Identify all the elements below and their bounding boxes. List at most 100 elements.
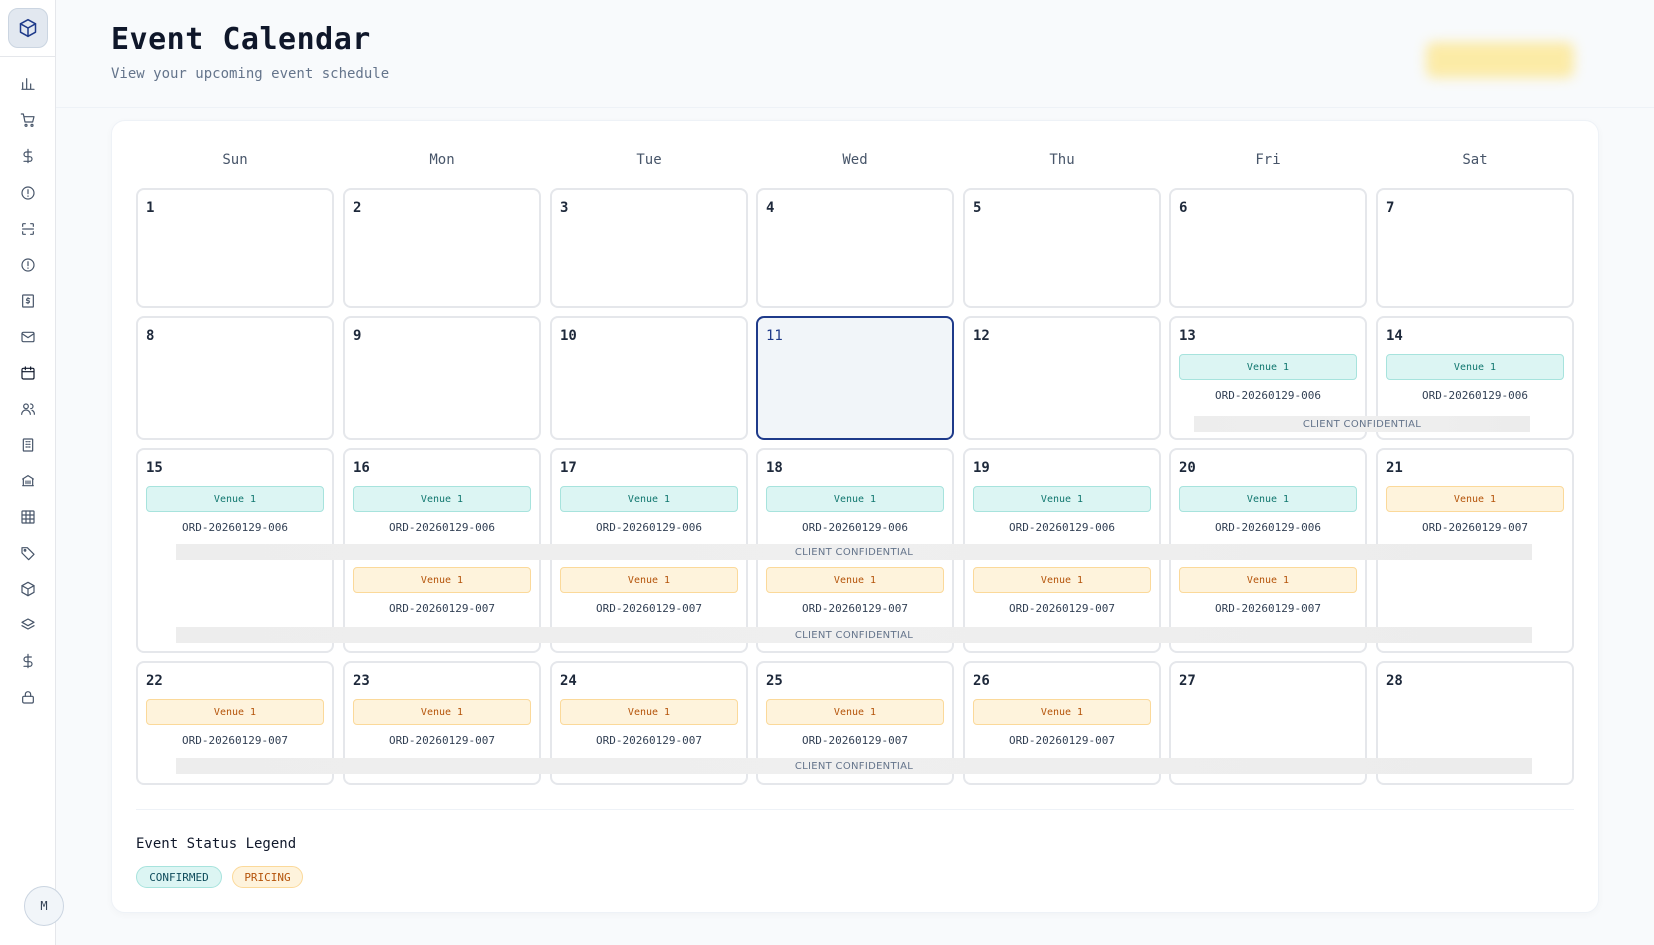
avatar[interactable]: M bbox=[24, 886, 64, 926]
event-venue-pill[interactable]: Venue 1 bbox=[1386, 486, 1564, 512]
confidential-banner: CLIENT CONFIDENTIAL bbox=[176, 758, 1532, 774]
legend-badge-confirmed: CONFIRMED bbox=[136, 866, 222, 888]
avatar-initial: M bbox=[40, 899, 48, 913]
building-icon bbox=[22, 438, 34, 452]
mail-icon bbox=[21, 331, 35, 343]
sidebar-item-cart[interactable] bbox=[8, 104, 48, 136]
logo-icon[interactable] bbox=[8, 8, 48, 48]
event-order-id: ORD-20260129-007 bbox=[1009, 734, 1115, 747]
event-venue-pill[interactable]: Venue 1 bbox=[973, 699, 1151, 725]
day-number: 28 bbox=[1386, 673, 1403, 689]
event-venue-pill[interactable]: Venue 1 bbox=[766, 699, 944, 725]
event-order-id: ORD-20260129-007 bbox=[596, 602, 702, 615]
sidebar-item-dollar[interactable] bbox=[8, 140, 48, 172]
event-venue-pill[interactable]: Venue 1 bbox=[560, 699, 738, 725]
sidebar-item-package[interactable] bbox=[8, 573, 48, 605]
day-cell[interactable]: 1 bbox=[136, 188, 334, 308]
sidebar-item-receipt[interactable] bbox=[8, 285, 48, 317]
sidebar-item-bar-chart[interactable] bbox=[8, 68, 48, 100]
event-venue-pill[interactable]: Venue 1 bbox=[766, 567, 944, 593]
event-order-id: ORD-20260129-007 bbox=[1215, 602, 1321, 615]
event-venue-pill[interactable]: Venue 1 bbox=[1179, 486, 1357, 512]
event-order-id: ORD-20260129-006 bbox=[1215, 521, 1321, 534]
event-order-id: ORD-20260129-006 bbox=[1422, 389, 1528, 402]
day-cell[interactable]: 11 bbox=[756, 316, 954, 440]
sidebar-item-scan[interactable] bbox=[8, 213, 48, 245]
day-cell[interactable]: 9 bbox=[343, 316, 541, 440]
event-venue-pill[interactable]: Venue 1 bbox=[1179, 567, 1357, 593]
event-venue-pill[interactable]: Venue 1 bbox=[146, 699, 324, 725]
event-venue-pill[interactable]: Venue 1 bbox=[353, 567, 531, 593]
event-order-id: ORD-20260129-006 bbox=[182, 521, 288, 534]
event-venue-pill[interactable]: Venue 1 bbox=[353, 699, 531, 725]
day-number: 12 bbox=[973, 328, 990, 344]
confidential-banner: CLIENT CONFIDENTIAL bbox=[176, 627, 1532, 643]
event-order-id: ORD-20260129-007 bbox=[389, 734, 495, 747]
sidebar-item-grid[interactable] bbox=[8, 501, 48, 533]
event-venue-pill[interactable]: Venue 1 bbox=[973, 567, 1151, 593]
event-order-id: ORD-20260129-007 bbox=[389, 602, 495, 615]
weekday-header: Fri bbox=[1255, 152, 1281, 168]
weekday-header: Tue bbox=[636, 152, 662, 168]
day-number: 15 bbox=[146, 460, 163, 476]
day-number: 14 bbox=[1386, 328, 1403, 344]
day-cell[interactable]: 12 bbox=[963, 316, 1161, 440]
day-number: 13 bbox=[1179, 328, 1196, 344]
day-number: 24 bbox=[560, 673, 577, 689]
layers-icon bbox=[21, 618, 35, 630]
event-order-id: ORD-20260129-007 bbox=[182, 734, 288, 747]
sidebar-item-bank[interactable] bbox=[8, 465, 48, 497]
receipt-icon bbox=[22, 294, 34, 308]
cart-icon bbox=[20, 113, 35, 127]
day-number: 25 bbox=[766, 673, 783, 689]
day-cell[interactable]: 10 bbox=[550, 316, 748, 440]
day-cell[interactable]: 6 bbox=[1169, 188, 1367, 308]
sidebar-item-mail[interactable] bbox=[8, 321, 48, 353]
sidebar-item-tag[interactable] bbox=[8, 537, 48, 569]
bank-icon bbox=[22, 475, 34, 487]
day-number: 16 bbox=[353, 460, 370, 476]
day-number: 9 bbox=[353, 328, 362, 344]
day-number: 27 bbox=[1179, 673, 1196, 689]
event-order-id: ORD-20260129-006 bbox=[1009, 521, 1115, 534]
event-order-id: ORD-20260129-006 bbox=[1215, 389, 1321, 402]
sidebar-item-layers[interactable] bbox=[8, 609, 48, 641]
event-venue-pill[interactable]: Venue 1 bbox=[973, 486, 1151, 512]
sidebar-item-dollar[interactable] bbox=[8, 645, 48, 677]
sidebar-divider bbox=[0, 56, 56, 57]
event-venue-pill[interactable]: Venue 1 bbox=[560, 486, 738, 512]
event-order-id: ORD-20260129-007 bbox=[802, 602, 908, 615]
event-order-id: ORD-20260129-007 bbox=[596, 734, 702, 747]
day-number: 4 bbox=[766, 200, 775, 216]
sidebar-item-alert-circle[interactable] bbox=[8, 249, 48, 281]
sidebar-item-users[interactable] bbox=[8, 393, 48, 425]
day-number: 2 bbox=[353, 200, 362, 216]
weekday-header: Thu bbox=[1049, 152, 1075, 168]
day-cell[interactable]: 2 bbox=[343, 188, 541, 308]
page-title: Event Calendar bbox=[111, 22, 371, 57]
event-venue-pill[interactable]: Venue 1 bbox=[1386, 354, 1564, 380]
sidebar-item-building[interactable] bbox=[8, 429, 48, 461]
day-cell[interactable]: 5 bbox=[963, 188, 1161, 308]
legend-badge-pricing: PRICING bbox=[232, 866, 303, 888]
day-number: 19 bbox=[973, 460, 990, 476]
event-venue-pill[interactable]: Venue 1 bbox=[1179, 354, 1357, 380]
event-order-id: ORD-20260129-006 bbox=[802, 521, 908, 534]
dollar-icon bbox=[23, 148, 33, 164]
day-number: 26 bbox=[973, 673, 990, 689]
event-venue-pill[interactable]: Venue 1 bbox=[146, 486, 324, 512]
header-action-button[interactable] bbox=[1426, 42, 1574, 78]
day-cell[interactable]: 8 bbox=[136, 316, 334, 440]
event-venue-pill[interactable]: Venue 1 bbox=[353, 486, 531, 512]
sidebar-item-alert-circle[interactable] bbox=[8, 177, 48, 209]
day-number: 6 bbox=[1179, 200, 1188, 216]
event-venue-pill[interactable]: Venue 1 bbox=[766, 486, 944, 512]
day-number: 17 bbox=[560, 460, 577, 476]
day-cell[interactable]: 4 bbox=[756, 188, 954, 308]
sidebar-item-lock[interactable] bbox=[8, 681, 48, 713]
event-venue-pill[interactable]: Venue 1 bbox=[560, 567, 738, 593]
sidebar-item-calendar[interactable] bbox=[8, 357, 48, 389]
day-cell[interactable]: 7 bbox=[1376, 188, 1574, 308]
scan-icon bbox=[22, 223, 34, 235]
day-cell[interactable]: 3 bbox=[550, 188, 748, 308]
